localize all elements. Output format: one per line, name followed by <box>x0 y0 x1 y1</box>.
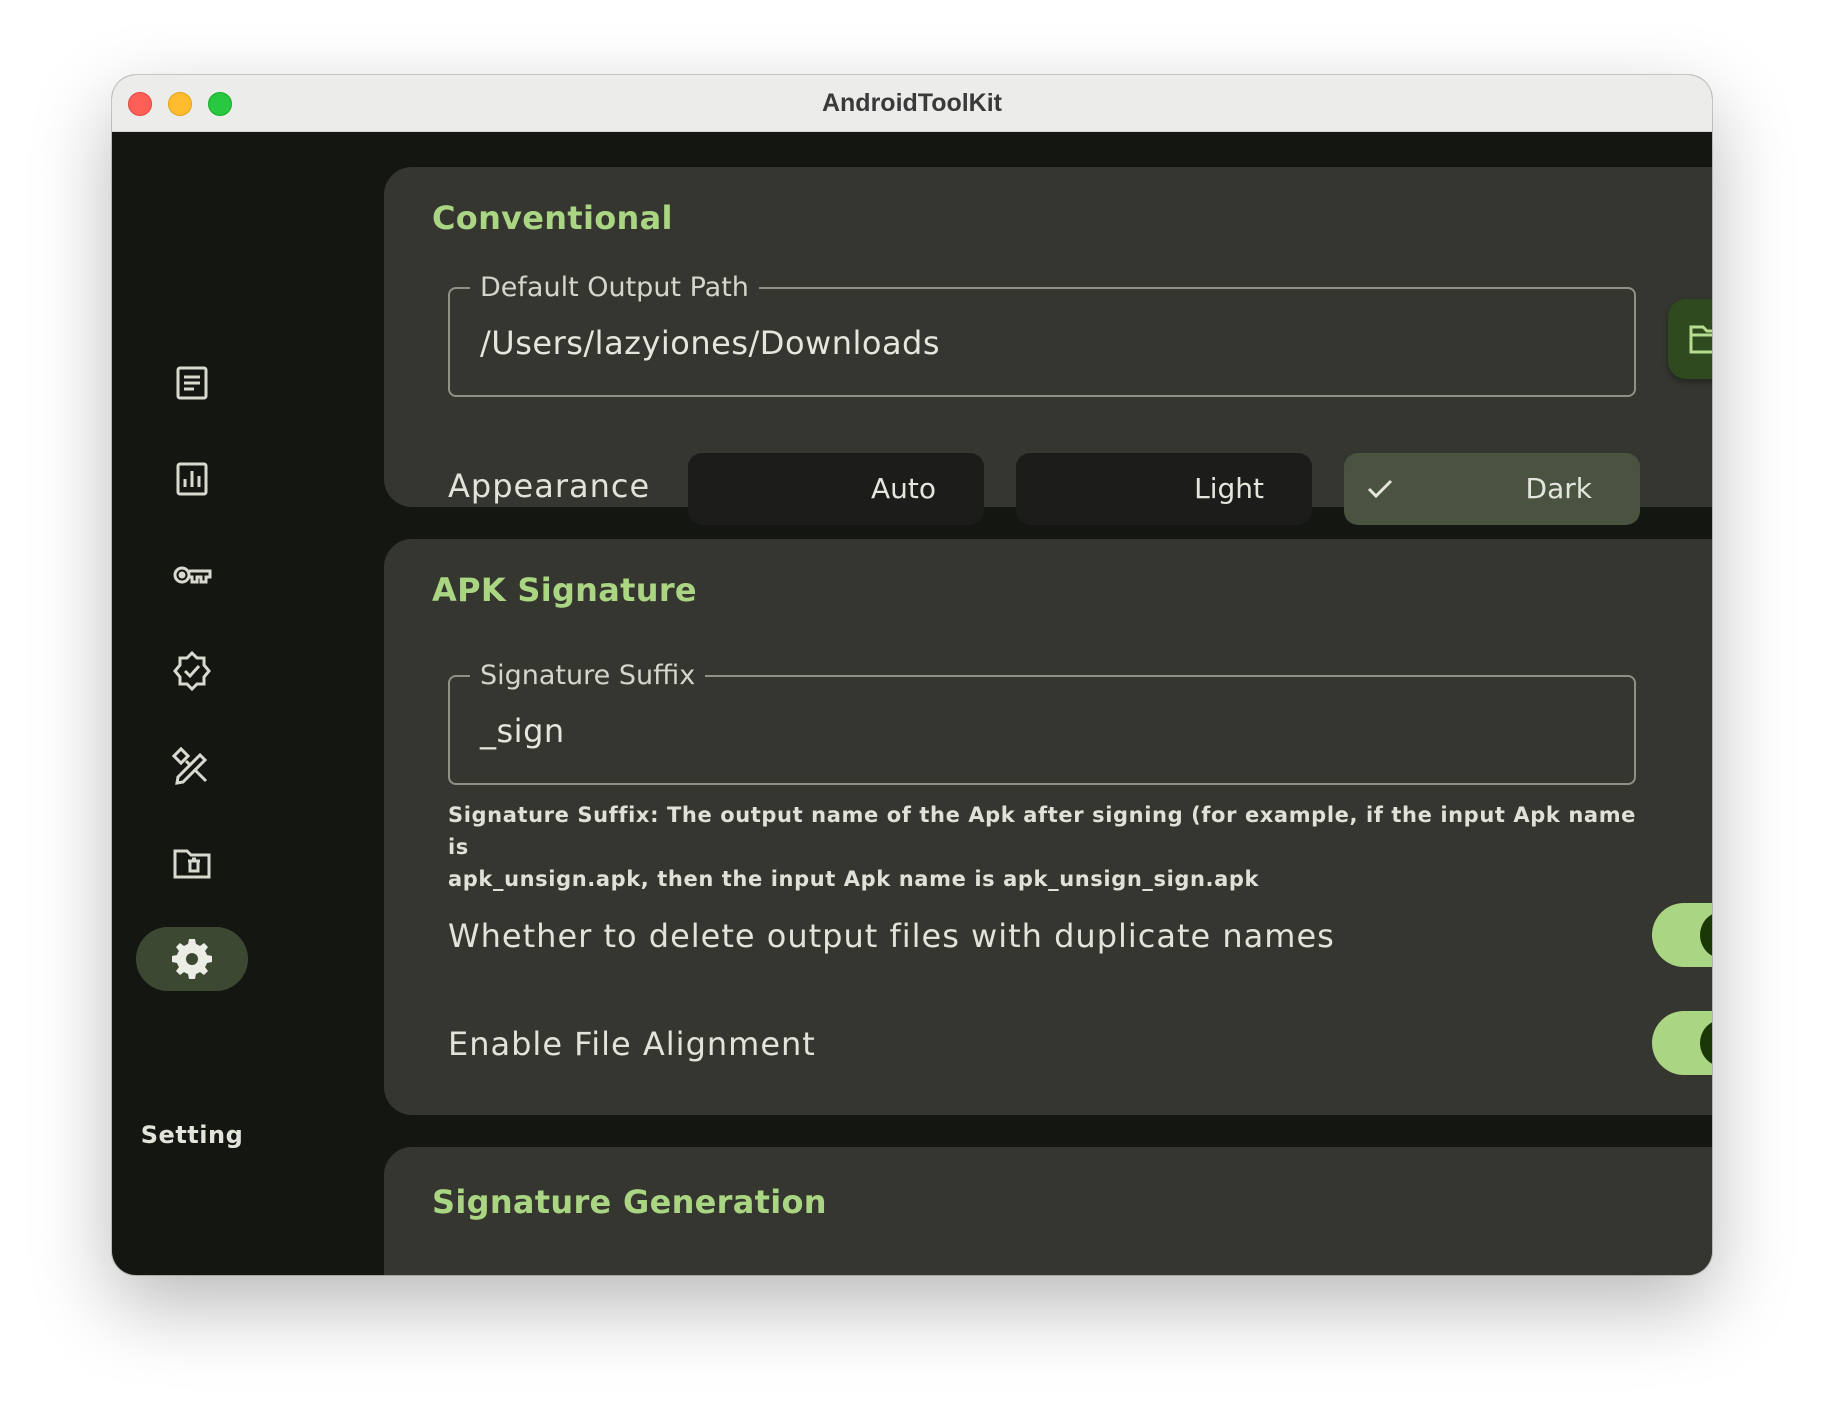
conventional-title: Conventional <box>432 199 673 237</box>
sidebar-item-verify[interactable] <box>136 639 248 703</box>
sidebar-item-setting[interactable] <box>136 927 248 991</box>
window-title: AndroidToolKit <box>821 89 1003 117</box>
appearance-option-dark-label: Dark <box>1525 472 1592 505</box>
design-tools-icon <box>171 746 208 785</box>
output-path-value: /Users/lazyiones/Downloads <box>480 324 941 362</box>
sidebar-item-setting-label: Setting <box>140 1121 244 1149</box>
file-alignment-label: Enable File Alignment <box>448 1025 816 1063</box>
sidebar-item-key[interactable] <box>136 543 248 607</box>
sidebar-item-document-list[interactable] <box>136 351 248 415</box>
sidebar-item-tools[interactable] <box>136 735 248 799</box>
toggle-knob <box>1700 1019 1712 1067</box>
appearance-option-auto-label: Auto <box>870 472 936 505</box>
delete-duplicates-toggle[interactable] <box>1652 903 1712 967</box>
signature-suffix-help-line-2: apk_unsign.apk, then the input Apk name … <box>448 867 1260 891</box>
output-path-label: Default Output Path <box>470 271 759 305</box>
conventional-card: Conventional Default Output Path /Users/… <box>384 167 1712 525</box>
folder-delete-icon <box>173 849 211 879</box>
signature-suffix-help-line-1: Signature Suffix: The output name of the… <box>448 803 1637 859</box>
toggle-knob <box>1700 911 1712 959</box>
signature-generation-card: Signature Generation <box>384 1147 1712 1275</box>
appearance-option-light[interactable]: Light <box>1016 453 1312 525</box>
settings-content[interactable]: Conventional Default Output Path /Users/… <box>272 131 1712 1275</box>
output-path-field[interactable]: Default Output Path /Users/lazyiones/Dow… <box>448 271 1636 397</box>
file-alignment-toggle[interactable] <box>1652 1011 1712 1075</box>
title-bar: AndroidToolKit <box>112 75 1712 132</box>
signature-suffix-label: Signature Suffix <box>470 659 706 693</box>
sidebar: Setting <box>112 131 272 1275</box>
signature-suffix-help: Signature Suffix: The output name of the… <box>448 799 1648 895</box>
signature-generation-title: Signature Generation <box>432 1183 827 1221</box>
bar-chart-icon <box>176 462 208 496</box>
apk-signature-card: APK Signature Signature Suffix _sign Sig… <box>384 539 1712 1115</box>
gear-icon <box>172 939 212 979</box>
apk-signature-title: APK Signature <box>432 571 697 609</box>
checkmark-icon <box>1367 479 1393 499</box>
delete-duplicates-label: Whether to delete output files with dupl… <box>448 917 1335 955</box>
appearance-option-light-label: Light <box>1194 472 1264 505</box>
key-icon <box>173 566 212 584</box>
signature-suffix-value: _sign <box>480 712 565 750</box>
document-list-icon <box>176 366 208 400</box>
appearance-label: Appearance <box>448 467 651 505</box>
choose-folder-button[interactable] <box>1668 299 1712 379</box>
verified-badge-icon <box>173 650 211 692</box>
folder-icon <box>1689 325 1712 354</box>
app-window: AndroidToolKit Setting Conventional Defa… <box>112 75 1712 1275</box>
sidebar-item-folder[interactable] <box>136 831 248 895</box>
signature-suffix-field[interactable]: Signature Suffix _sign <box>448 659 1636 785</box>
appearance-option-auto[interactable]: Auto <box>688 453 984 525</box>
appearance-option-dark[interactable]: Dark <box>1344 453 1640 525</box>
sidebar-item-chart[interactable] <box>136 447 248 511</box>
